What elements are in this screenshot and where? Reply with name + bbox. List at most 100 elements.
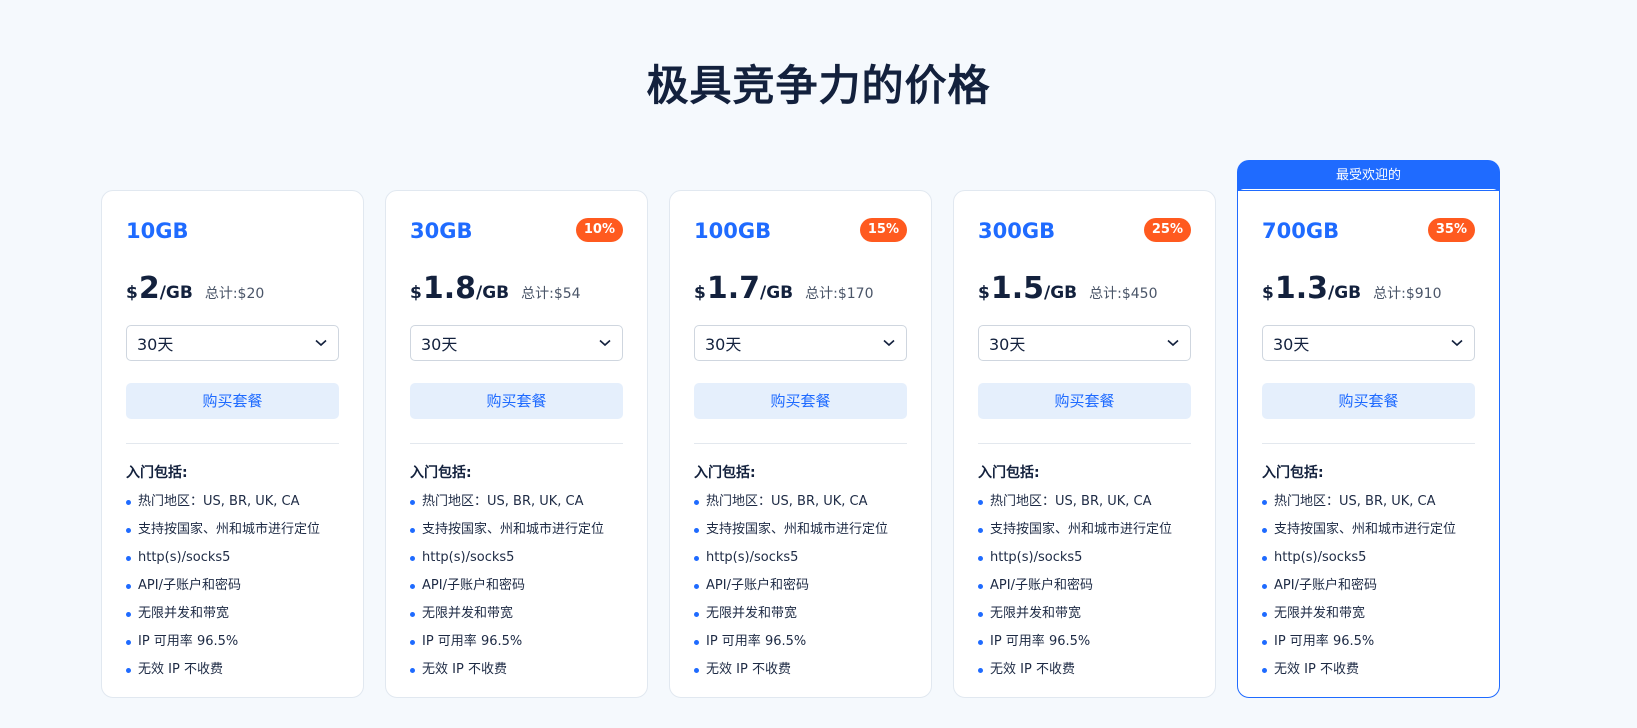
- bullet-icon: [1262, 556, 1267, 561]
- price-currency: $: [978, 283, 990, 303]
- duration-value: 30天: [137, 335, 174, 354]
- feature-item: http(s)/socks5: [410, 544, 623, 572]
- most-popular-label: 最受欢迎的: [1335, 168, 1401, 183]
- price-total: 总计:$54: [521, 286, 581, 302]
- price-amount: 1.8: [422, 271, 476, 306]
- feature-item: 热门地区：US, BR, UK, CA: [126, 488, 339, 516]
- features-heading: 入门包括:: [410, 465, 472, 481]
- price-unit: /GB: [159, 283, 193, 303]
- bullet-icon: [1262, 640, 1267, 645]
- feature-item: 热门地区：US, BR, UK, CA: [694, 488, 907, 516]
- discount-badge: 25%: [1143, 218, 1191, 242]
- bullet-icon: [410, 668, 415, 673]
- divider: [978, 443, 1191, 444]
- chevron-down-icon: [314, 336, 328, 350]
- duration-value: 30天: [421, 335, 458, 354]
- price-amount: 1.3: [1274, 271, 1328, 306]
- buy-plan-button[interactable]: 购买套餐: [978, 383, 1191, 419]
- pricing-card-30gb: 30GB 10% $ 1.8 /GB 总计:$54 30天 购买套餐 入门包括:…: [385, 190, 648, 698]
- features-heading: 入门包括:: [126, 465, 188, 481]
- bullet-icon: [410, 528, 415, 533]
- price-currency: $: [126, 283, 138, 303]
- feature-item: 无限并发和带宽: [1262, 600, 1475, 628]
- price-currency: $: [1262, 283, 1274, 303]
- price-amount: 2: [138, 271, 160, 306]
- feature-list: 热门地区：US, BR, UK, CA 支持按国家、州和城市进行定位 http(…: [1262, 488, 1475, 684]
- bullet-icon: [126, 668, 131, 673]
- chevron-down-icon: [1166, 336, 1180, 350]
- bullet-icon: [1262, 612, 1267, 617]
- price-total: 总计:$20: [204, 286, 265, 302]
- buy-plan-button[interactable]: 购买套餐: [694, 383, 907, 419]
- feature-item: IP 可用率 96.5%: [1262, 628, 1475, 656]
- divider: [126, 443, 339, 444]
- feature-item: IP 可用率 96.5%: [126, 628, 339, 656]
- feature-list: 热门地区：US, BR, UK, CA 支持按国家、州和城市进行定位 http(…: [694, 488, 907, 684]
- duration-select[interactable]: 30天: [126, 325, 339, 361]
- feature-item: http(s)/socks5: [694, 544, 907, 572]
- features-heading: 入门包括:: [978, 465, 1040, 481]
- feature-item: 无限并发和带宽: [126, 600, 339, 628]
- price-row: $ 1.5 /GB 总计:$450: [978, 271, 1191, 323]
- feature-item: 无效 IP 不收费: [410, 656, 623, 684]
- pricing-cards: 10GB $ 2 /GB 总计:$20 30天 购买套餐 入门包括: 热门地区：…: [101, 160, 1501, 700]
- buy-plan-button[interactable]: 购买套餐: [126, 383, 339, 419]
- discount-badge: 35%: [1427, 218, 1475, 242]
- bullet-icon: [410, 612, 415, 617]
- feature-item: 支持按国家、州和城市进行定位: [410, 516, 623, 544]
- bullet-icon: [694, 612, 699, 617]
- bullet-icon: [126, 528, 131, 533]
- feature-item: API/子账户和密码: [410, 572, 623, 600]
- feature-item: IP 可用率 96.5%: [410, 628, 623, 656]
- price-unit: /GB: [1328, 283, 1362, 303]
- price-currency: $: [694, 283, 706, 303]
- feature-item: 支持按国家、州和城市进行定位: [978, 516, 1191, 544]
- bullet-icon: [978, 584, 983, 589]
- bullet-icon: [126, 612, 131, 617]
- feature-item: 无限并发和带宽: [694, 600, 907, 628]
- discount-badge: 15%: [859, 218, 907, 242]
- feature-list: 热门地区：US, BR, UK, CA 支持按国家、州和城市进行定位 http(…: [126, 488, 339, 684]
- duration-select[interactable]: 30天: [410, 325, 623, 361]
- discount-badge: 10%: [575, 218, 623, 242]
- chevron-down-icon: [882, 336, 896, 350]
- feature-list: 热门地区：US, BR, UK, CA 支持按国家、州和城市进行定位 http(…: [978, 488, 1191, 684]
- bullet-icon: [694, 584, 699, 589]
- pricing-card-100gb: 100GB 15% $ 1.7 /GB 总计:$170 30天 购买套餐 入门包…: [669, 190, 932, 698]
- price-row: $ 2 /GB 总计:$20: [126, 271, 339, 323]
- bullet-icon: [694, 528, 699, 533]
- bullet-icon: [978, 640, 983, 645]
- divider: [694, 443, 907, 444]
- plan-header: 300GB 25%: [978, 191, 1191, 271]
- bullet-icon: [410, 500, 415, 505]
- divider: [1262, 443, 1475, 444]
- duration-select[interactable]: 30天: [1262, 325, 1475, 361]
- page-title: 极具竞争力的价格: [646, 61, 991, 110]
- chevron-down-icon: [1450, 336, 1464, 350]
- plan-size: 30GB: [410, 219, 473, 243]
- chevron-down-icon: [598, 336, 612, 350]
- feature-item: API/子账户和密码: [126, 572, 339, 600]
- bullet-icon: [126, 556, 131, 561]
- divider: [410, 443, 623, 444]
- feature-item: 无效 IP 不收费: [1262, 656, 1475, 684]
- price-total: 总计:$170: [805, 286, 874, 302]
- buy-plan-button[interactable]: 购买套餐: [1262, 383, 1475, 419]
- duration-select[interactable]: 30天: [978, 325, 1191, 361]
- plan-header: 10GB: [126, 191, 339, 271]
- bullet-icon: [410, 584, 415, 589]
- price-amount: 1.7: [706, 271, 760, 306]
- plan-header: 700GB 35%: [1262, 191, 1475, 271]
- feature-item: 无限并发和带宽: [978, 600, 1191, 628]
- feature-item: 支持按国家、州和城市进行定位: [126, 516, 339, 544]
- duration-select[interactable]: 30天: [694, 325, 907, 361]
- feature-item: 无效 IP 不收费: [694, 656, 907, 684]
- feature-item: 热门地区：US, BR, UK, CA: [410, 488, 623, 516]
- price-row: $ 1.3 /GB 总计:$910: [1262, 271, 1475, 323]
- pricing-card-300gb: 300GB 25% $ 1.5 /GB 总计:$450 30天 购买套餐 入门包…: [953, 190, 1216, 698]
- bullet-icon: [694, 640, 699, 645]
- bullet-icon: [126, 584, 131, 589]
- price-unit: /GB: [760, 283, 794, 303]
- buy-plan-button[interactable]: 购买套餐: [410, 383, 623, 419]
- duration-value: 30天: [705, 335, 742, 354]
